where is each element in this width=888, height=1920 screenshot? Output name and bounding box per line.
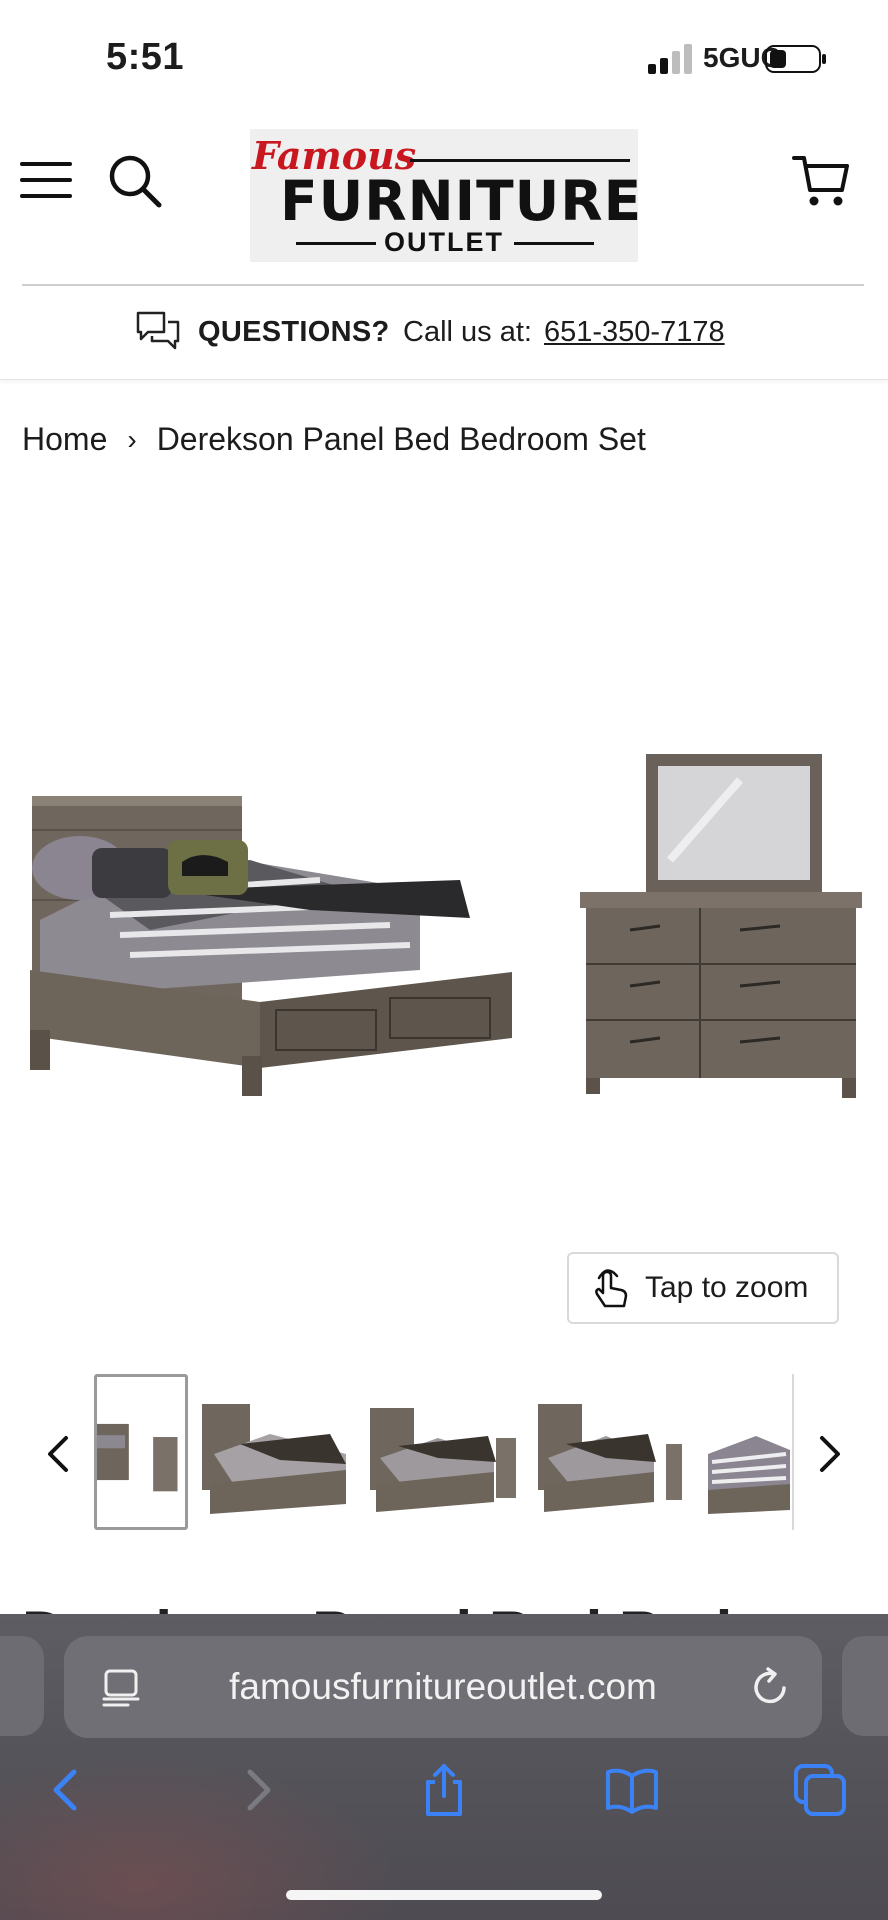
questions-label: QUESTIONS? — [198, 316, 390, 348]
logo-rule — [514, 242, 594, 245]
thumbnail-2[interactable] — [200, 1374, 350, 1530]
chevron-right-icon: › — [127, 423, 137, 455]
bookmarks-icon[interactable] — [604, 1762, 660, 1818]
previous-tab-preview[interactable] — [0, 1636, 44, 1736]
phone-link[interactable]: 651-350-7178 — [544, 316, 725, 349]
chevron-left-icon[interactable] — [40, 1430, 76, 1478]
site-header: Famous FURNITURE OUTLET — [0, 110, 888, 288]
breadcrumb-current: Derekson Panel Bed Bedroom Set — [156, 421, 646, 457]
logo-rule — [410, 159, 630, 162]
thumbnail-divider — [792, 1374, 794, 1530]
thumbnail-carousel — [0, 1370, 888, 1540]
menu-icon[interactable] — [20, 158, 74, 202]
thumbnail-4[interactable] — [536, 1374, 686, 1530]
tabs-icon[interactable] — [792, 1762, 848, 1818]
address-bar[interactable]: famousfurnitureoutlet.com — [64, 1636, 822, 1738]
logo-main: FURNITURE — [280, 169, 643, 233]
cart-icon[interactable] — [792, 152, 850, 210]
breadcrumb-home[interactable]: Home — [22, 421, 107, 458]
site-logo[interactable]: Famous FURNITURE OUTLET — [250, 129, 641, 262]
reload-icon[interactable] — [750, 1666, 792, 1708]
battery-icon — [765, 45, 826, 73]
breadcrumb: Home › Derekson Panel Bed Bedroom Set — [22, 421, 646, 458]
thumbnail-5[interactable] — [706, 1374, 792, 1530]
forward-icon[interactable] — [228, 1762, 284, 1818]
header-divider — [22, 284, 864, 286]
product-image[interactable] — [20, 740, 868, 1120]
share-icon[interactable] — [416, 1762, 472, 1818]
home-indicator[interactable] — [286, 1890, 602, 1900]
call-text: Call us at: — [403, 316, 532, 348]
thumbnail-1[interactable] — [94, 1374, 188, 1530]
browser-toolbar: famousfurnitureoutlet.com — [0, 1614, 888, 1920]
tap-to-zoom-button[interactable]: Tap to zoom — [567, 1252, 839, 1324]
signal-icon — [648, 44, 692, 74]
questions-bar: QUESTIONS? Call us at: 651-350-7178 — [0, 290, 888, 380]
status-time: 5:51 — [106, 36, 185, 78]
next-tab-preview[interactable] — [842, 1636, 888, 1736]
back-icon[interactable] — [40, 1762, 96, 1818]
chevron-right-icon[interactable] — [812, 1430, 848, 1478]
search-icon[interactable] — [108, 154, 162, 208]
url-text: famousfurnitureoutlet.com — [229, 1666, 657, 1707]
thumbnail-3[interactable] — [368, 1374, 518, 1530]
status-bar: 5:51 5GUC — [0, 0, 888, 110]
tap-hand-icon — [595, 1269, 628, 1308]
chat-icon — [136, 311, 180, 350]
tap-to-zoom-label: Tap to zoom — [645, 1271, 809, 1304]
